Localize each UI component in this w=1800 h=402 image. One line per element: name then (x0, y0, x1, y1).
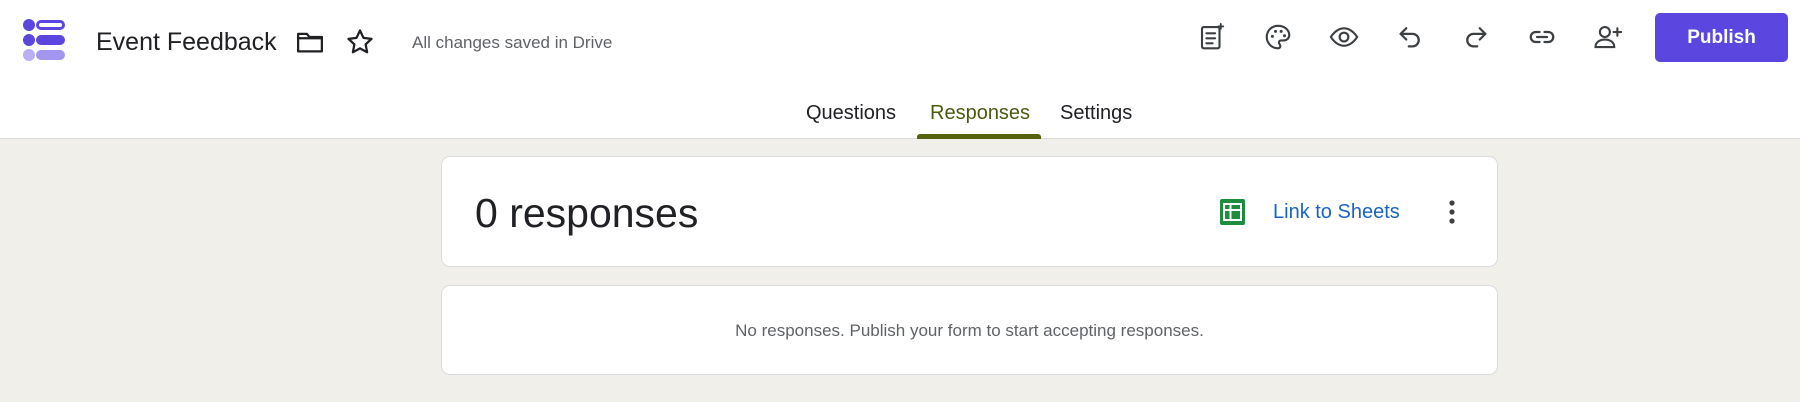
app-header: Event Feedback All changes saved in Driv… (0, 0, 1800, 139)
empty-state-message: No responses. Publish your form to start… (735, 321, 1204, 340)
palette-icon[interactable] (1258, 17, 1298, 57)
folder-icon[interactable] (290, 22, 330, 62)
more-options-button[interactable] (1442, 192, 1462, 232)
add-collaborator-icon[interactable] (1588, 17, 1628, 57)
form-title[interactable]: Event Feedback (96, 26, 277, 58)
preview-eye-icon[interactable] (1324, 17, 1364, 57)
undo-icon[interactable] (1390, 17, 1430, 57)
more-vert-icon (1449, 200, 1455, 224)
tab-bar: Questions Responses Settings (0, 90, 1800, 139)
empty-state-card: No responses. Publish your form to start… (441, 285, 1498, 375)
redo-icon[interactable] (1456, 17, 1496, 57)
tab-settings[interactable]: Settings (1060, 100, 1132, 126)
form-ai-icon[interactable] (1192, 17, 1232, 57)
sheets-icon (1220, 199, 1245, 225)
tab-responses[interactable]: Responses (930, 100, 1030, 126)
responses-count: 0 responses (475, 190, 699, 236)
publish-button[interactable]: Publish (1655, 13, 1788, 62)
link-icon[interactable] (1522, 17, 1562, 57)
active-tab-indicator (917, 134, 1041, 139)
tab-questions[interactable]: Questions (806, 100, 896, 126)
link-to-sheets-button[interactable]: Link to Sheets (1220, 197, 1400, 227)
forms-logo-icon[interactable] (20, 18, 68, 62)
save-status: All changes saved in Drive (412, 33, 613, 52)
responses-summary-card: 0 responses Link to Sheets (441, 156, 1498, 267)
link-to-sheets-label: Link to Sheets (1273, 201, 1400, 223)
star-icon[interactable] (340, 22, 380, 62)
